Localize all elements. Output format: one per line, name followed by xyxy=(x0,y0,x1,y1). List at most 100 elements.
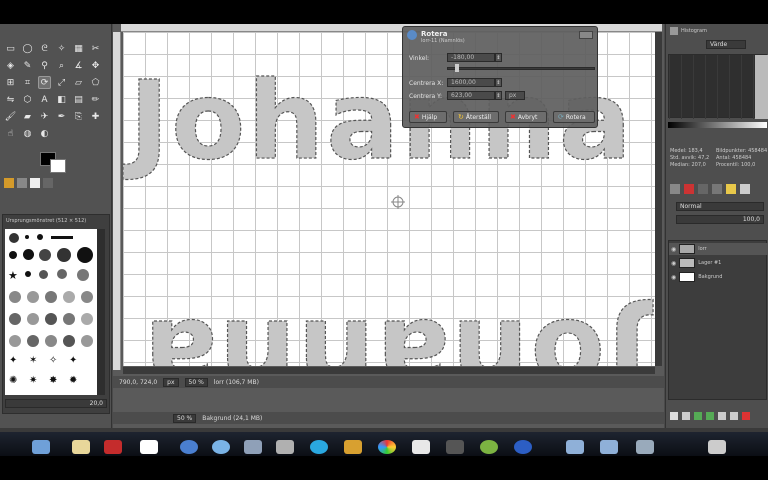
duplicate-layer-icon[interactable] xyxy=(718,412,726,420)
unit-select[interactable]: px xyxy=(163,377,179,387)
folder-icon[interactable] xyxy=(566,440,584,454)
rect-select-icon[interactable]: ▭ xyxy=(4,42,17,55)
canvas-vscroll[interactable] xyxy=(655,32,662,366)
gimp-icon[interactable] xyxy=(446,440,464,454)
new-layer-icon[interactable] xyxy=(670,412,678,420)
background-color-swatch[interactable] xyxy=(50,159,66,173)
cage-icon[interactable]: ⬡ xyxy=(21,93,34,106)
undo-history-tab-icon[interactable] xyxy=(712,184,722,194)
smudge-icon[interactable]: ☝ xyxy=(4,127,17,140)
images-tab-icon[interactable] xyxy=(43,178,53,188)
app-blue-icon[interactable] xyxy=(514,440,532,454)
appstore-icon[interactable] xyxy=(212,440,230,454)
cancel-button[interactable]: ✖ Avbryt xyxy=(505,111,547,123)
preview-icon[interactable] xyxy=(244,440,262,454)
eraser-icon[interactable]: ▰ xyxy=(21,110,34,123)
eye-icon[interactable]: ◉ xyxy=(671,260,676,267)
app-red-icon[interactable] xyxy=(104,440,122,454)
raise-layer-icon[interactable] xyxy=(694,412,702,420)
fuzzy-select-icon[interactable]: ✧ xyxy=(55,42,68,55)
rotate-button[interactable]: ⟳ Rotera xyxy=(553,111,595,123)
itunes-icon[interactable] xyxy=(412,440,430,454)
zoom-select[interactable]: 50 % xyxy=(184,377,208,387)
angle-slider[interactable] xyxy=(447,67,595,70)
angle-slider-handle[interactable] xyxy=(455,64,459,72)
brush-scrollbar[interactable] xyxy=(97,229,105,395)
new-group-icon[interactable] xyxy=(682,412,690,420)
brushes-tab-icon[interactable] xyxy=(740,184,750,194)
paintbrush-icon[interactable]: 🖌 xyxy=(4,110,17,123)
app-star-icon[interactable] xyxy=(344,440,362,454)
finder-icon[interactable] xyxy=(32,440,50,454)
downloads-icon[interactable] xyxy=(600,440,618,454)
channels-tab-icon[interactable] xyxy=(684,184,694,194)
dodge-icon[interactable]: ◐ xyxy=(38,127,51,140)
undo-tab-icon[interactable] xyxy=(726,184,736,194)
perspective-icon[interactable]: ⬠ xyxy=(89,76,102,89)
settings-icon[interactable] xyxy=(276,440,294,454)
canvas-hscroll[interactable] xyxy=(123,367,655,374)
layer-row[interactable]: ◉ Bakgrund xyxy=(669,271,768,283)
documents-icon[interactable] xyxy=(636,440,654,454)
trash-icon[interactable] xyxy=(708,440,726,454)
clone-icon[interactable]: ⎘ xyxy=(72,110,85,123)
free-select-icon[interactable]: ᘓ xyxy=(38,42,51,55)
calendar-icon[interactable] xyxy=(140,440,158,454)
layer-mode-select[interactable]: Normal xyxy=(676,202,764,211)
lower-layer-icon[interactable] xyxy=(706,412,714,420)
crop-icon[interactable]: ⌗ xyxy=(21,76,34,89)
photos-icon[interactable] xyxy=(378,440,396,454)
paths-tab-icon[interactable] xyxy=(698,184,708,194)
anchor-layer-icon[interactable] xyxy=(730,412,738,420)
shear-icon[interactable]: ▱ xyxy=(72,76,85,89)
pencil-icon[interactable]: ✏ xyxy=(89,93,102,106)
blur-icon[interactable]: ◍ xyxy=(21,127,34,140)
align-icon[interactable]: ⊞ xyxy=(4,76,17,89)
heal-icon[interactable]: ✚ xyxy=(89,110,102,123)
ink-icon[interactable]: ✒ xyxy=(55,110,68,123)
eye-icon[interactable]: ◉ xyxy=(671,246,676,253)
measure-icon[interactable]: ∡ xyxy=(72,59,85,72)
delete-layer-icon[interactable] xyxy=(742,412,750,420)
help-button[interactable]: ✖ Hjälp xyxy=(409,111,447,123)
brush-spacing-field[interactable]: 20,0 xyxy=(5,399,107,408)
blend-icon[interactable]: ▤ xyxy=(72,93,85,106)
layer-row[interactable]: ◉ lorr xyxy=(669,243,768,255)
reset-button[interactable]: ↻ Återställ xyxy=(453,111,499,123)
move-icon[interactable]: ✥ xyxy=(89,59,102,72)
channel-select[interactable]: Värde xyxy=(706,40,746,49)
zoom-select-2[interactable]: 50 % xyxy=(173,413,197,423)
scale-icon[interactable]: ⤢ xyxy=(55,76,68,89)
eye-icon[interactable]: ◉ xyxy=(671,274,676,281)
airbrush-icon[interactable]: ✈ xyxy=(38,110,51,123)
undo-tab-icon[interactable] xyxy=(30,178,40,188)
color-picker-icon[interactable]: ⚲ xyxy=(38,59,51,72)
tool-options-tab-icon[interactable] xyxy=(4,178,14,188)
ellipse-select-icon[interactable]: ◯ xyxy=(21,42,34,55)
safari-icon[interactable] xyxy=(180,440,198,454)
skype-icon[interactable] xyxy=(310,440,328,454)
center-y-spin-icon[interactable]: ⇕ xyxy=(495,91,502,100)
app-green-icon[interactable] xyxy=(480,440,498,454)
brush-grid[interactable]: ★ ✦ ✶ ✧ ✦ ✺ ✷ ✸ ✹ xyxy=(5,229,97,395)
device-status-tab-icon[interactable] xyxy=(17,178,27,188)
flip-icon[interactable]: ⇋ xyxy=(4,93,17,106)
center-y-input[interactable]: 623,00 xyxy=(447,91,495,100)
unit-select[interactable]: px xyxy=(505,91,525,100)
scissors-icon[interactable]: ✂ xyxy=(89,42,102,55)
angle-input[interactable]: -180,00 xyxy=(447,53,495,62)
layer-opacity-field[interactable]: 100,0 xyxy=(676,215,764,224)
angle-spin-icon[interactable]: ⇕ xyxy=(495,53,502,62)
layers-tab-icon[interactable] xyxy=(670,184,680,194)
rotate-icon[interactable]: ⟳ xyxy=(38,76,51,89)
bucket-fill-icon[interactable]: ◧ xyxy=(55,93,68,106)
zoom-icon[interactable]: ⌕ xyxy=(55,59,68,72)
center-x-spin-icon[interactable]: ⇕ xyxy=(495,78,502,87)
center-x-input[interactable]: 1600,00 xyxy=(447,78,495,87)
paths-icon[interactable]: ✎ xyxy=(21,59,34,72)
foreground-select-icon[interactable]: ◈ xyxy=(4,59,17,72)
layer-row[interactable]: ◉ Lager #1 xyxy=(669,257,768,269)
notes-icon[interactable] xyxy=(72,440,90,454)
color-select-icon[interactable]: ▦ xyxy=(72,42,85,55)
vertical-ruler[interactable] xyxy=(113,32,121,370)
